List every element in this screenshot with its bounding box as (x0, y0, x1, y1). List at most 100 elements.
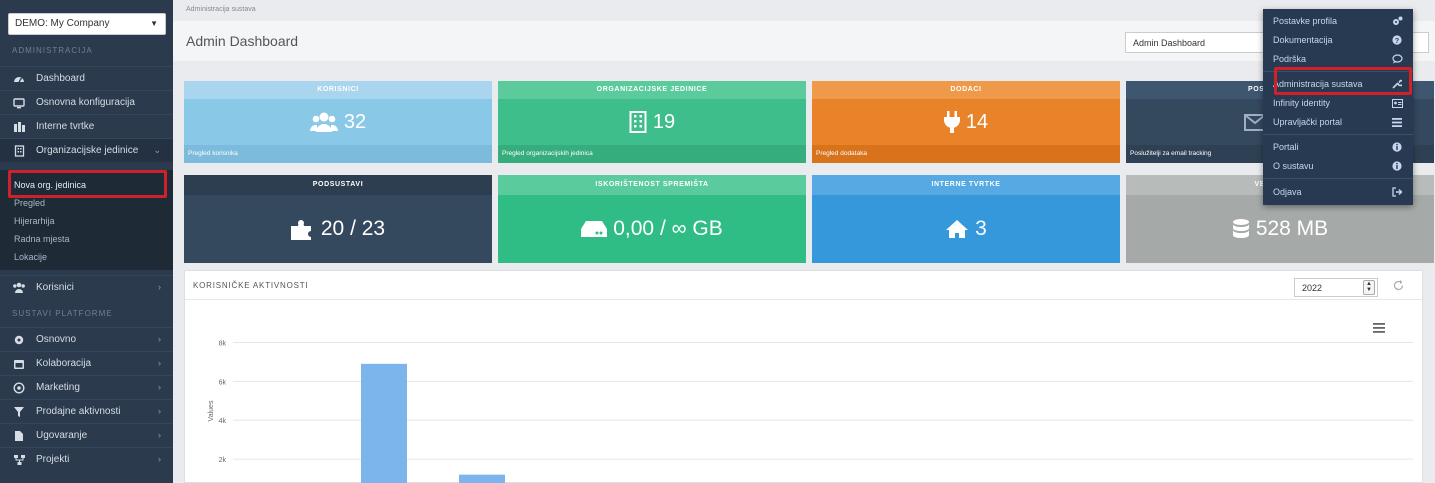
dashboard-select[interactable]: Admin Dashboard (1125, 32, 1285, 53)
tile-footer-link[interactable]: Pregled korisnika (184, 145, 492, 163)
sidebar-item-osnovno[interactable]: Osnovno › (0, 327, 173, 351)
chat-icon (1391, 53, 1403, 65)
sidebar-item-korisnici[interactable]: Korisnici › (0, 275, 173, 299)
menu-item-o-sustavu[interactable]: O sustavu (1273, 160, 1403, 172)
sidebar-item-label: Osnovno (36, 334, 77, 345)
page-title: Admin Dashboard (186, 33, 299, 49)
tile-title: INTERNE TVRTKE (812, 175, 1120, 195)
menu-item-label: Postavke profila (1273, 16, 1338, 26)
divider (1263, 178, 1413, 179)
tile-title: DODACI (812, 81, 1120, 99)
tile-value: 0,00 / ∞ GB (613, 217, 723, 240)
tile-value: 14 (965, 110, 989, 133)
sidebar-item-ugovaranje[interactable]: Ugovaranje › (0, 423, 173, 447)
sidebar-item-projekti[interactable]: Projekti › (0, 447, 173, 471)
building-icon (629, 111, 647, 133)
submenu-item-lokacije[interactable]: Lokacije (14, 252, 47, 262)
refresh-icon[interactable] (1393, 280, 1404, 291)
divider (185, 299, 1422, 300)
page-header: Admin Dashboard Admin Dashboard (173, 21, 1435, 61)
company-select-value: DEMO: My Company (15, 18, 110, 29)
sidebar-item-organizacijske-jedinice[interactable]: Organizacijske jedinice ⌄ (0, 138, 173, 162)
sidebar-item-label: Projekti (36, 454, 70, 465)
menu-item-upravljacki-portal[interactable]: Upravljački portal (1273, 116, 1403, 128)
tile-podsustavi[interactable]: PODSUSTAVI 20 / 23 (184, 175, 492, 263)
sidebar-item-interne-tvrtke[interactable]: Interne tvrtke (0, 114, 173, 138)
submenu-item-radna-mjesta[interactable]: Radna mjesta (14, 234, 70, 244)
tile-interne-tvrtke[interactable]: INTERNE TVRTKE 3 (812, 175, 1120, 263)
y-tick-label: 2k (219, 457, 227, 464)
sidebar: DEMO: My Company ▼ ADMINISTRACIJA Dashbo… (0, 0, 173, 483)
company-select[interactable]: DEMO: My Company ▼ (8, 13, 166, 35)
sidebar-item-label: Interne tvrtke (36, 121, 95, 132)
chevron-right-icon: › (158, 454, 161, 464)
section-platform-heading: SUSTAVI PLATFORME (12, 309, 113, 318)
sidebar-item-label: Prodajne aktivnosti (36, 406, 121, 417)
chart-menu-icon[interactable] (1373, 323, 1385, 333)
menu-item-label: Infinity identity (1273, 98, 1331, 108)
building-icon (12, 120, 26, 134)
menu-item-label: Podrška (1273, 54, 1307, 64)
tile-value: 3 (975, 217, 987, 240)
menu-item-postavke-profila[interactable]: Postavke profila (1273, 15, 1403, 27)
users-icon (12, 281, 26, 295)
dashboard-icon (12, 72, 26, 86)
menu-item-podrska[interactable]: Podrška (1273, 53, 1403, 65)
menu-item-label: O sustavu (1273, 161, 1314, 171)
funnel-icon (12, 405, 26, 419)
sidebar-item-kolaboracija[interactable]: Kolaboracija › (0, 351, 173, 375)
sidebar-item-label: Korisnici (36, 282, 74, 293)
chevron-right-icon: › (158, 382, 161, 392)
sidebar-item-label: Marketing (36, 382, 80, 393)
user-activity-panel: KORISNIČKE AKTIVNOSTI 2022 ▲ ▼ 8k 6k 4k 2k Va… (184, 270, 1423, 483)
chevron-right-icon: › (158, 406, 161, 416)
section-admin-heading: ADMINISTRACIJA (12, 46, 93, 55)
tile-title: ORGANIZACIJSKE JEDINICE (498, 81, 806, 99)
tile-korisnici[interactable]: KORISNICI 32 Pregled korisnika (184, 81, 492, 163)
menu-item-portali[interactable]: Portali (1273, 141, 1403, 153)
menu-item-label: Dokumentacija (1273, 35, 1333, 45)
chevron-down-icon: ⌄ (153, 145, 161, 155)
menu-item-infinity-identity[interactable]: Infinity identity (1273, 97, 1403, 109)
sidebar-item-prodajne-aktivnosti[interactable]: Prodajne aktivnosti › (0, 399, 173, 423)
tile-footer-link[interactable]: Pregled organizacijskih jedinica (498, 145, 806, 163)
sidebar-item-marketing[interactable]: Marketing › (0, 375, 173, 399)
plug-icon (943, 111, 960, 133)
cogs-icon (1391, 15, 1403, 27)
dashboard-select-end[interactable] (1413, 32, 1429, 53)
menu-item-label: Portali (1273, 142, 1299, 152)
panel-title: KORISNIČKE AKTIVNOSTI (193, 281, 309, 290)
breadcrumb[interactable]: Administracija sustava (186, 6, 256, 13)
sidebar-item-dashboard[interactable]: Dashboard (0, 66, 173, 90)
tile-value: 19 (652, 110, 676, 133)
menu-item-dokumentacija[interactable]: Dokumentacija ? (1273, 34, 1403, 46)
submenu-item-pregled[interactable]: Pregled (14, 198, 45, 208)
hard-drive-icon (581, 220, 608, 238)
info-icon (1391, 160, 1403, 172)
tile-footer-link[interactable]: Pregled dodataka (812, 145, 1120, 163)
highlight-box (1274, 67, 1412, 95)
tile-value: 32 (343, 110, 367, 133)
year-spinner[interactable]: ▲ ▼ (1363, 280, 1375, 295)
calendar-icon (12, 357, 26, 371)
sidebar-item-label: Organizacijske jedinice (36, 145, 139, 156)
chevron-down-icon: ▼ (150, 19, 158, 28)
tile-value: 20 / 23 (320, 217, 386, 240)
activity-chart: 8k 6k 4k 2k Values (208, 340, 1413, 483)
sitemap-icon (12, 453, 26, 467)
submenu-item-hijerarhija[interactable]: Hijerarhija (14, 216, 55, 226)
menu-item-odjava[interactable]: Odjava (1273, 186, 1403, 198)
monitor-icon (12, 96, 26, 110)
sidebar-item-label: Kolaboracija (36, 358, 92, 369)
tile-organizacijske-jedinice[interactable]: ORGANIZACIJSKE JEDINICE 19 Pregled organ… (498, 81, 806, 163)
question-icon: ? (1391, 34, 1403, 46)
tile-iskoristenost-spremista[interactable]: ISKORIŠTENOST SPREMIŠTA 0,00 / ∞ GB (498, 175, 806, 263)
tile-dodaci[interactable]: DODACI 14 Pregled dodataka (812, 81, 1120, 163)
home-icon (945, 219, 969, 239)
users-icon (309, 112, 338, 132)
sidebar-item-osnovna-konfiguracija[interactable]: Osnovna konfiguracija (0, 90, 173, 114)
tile-title: ISKORIŠTENOST SPREMIŠTA (498, 175, 806, 195)
chevron-right-icon: › (158, 334, 161, 344)
target-icon (12, 381, 26, 395)
highlight-box (8, 170, 167, 198)
